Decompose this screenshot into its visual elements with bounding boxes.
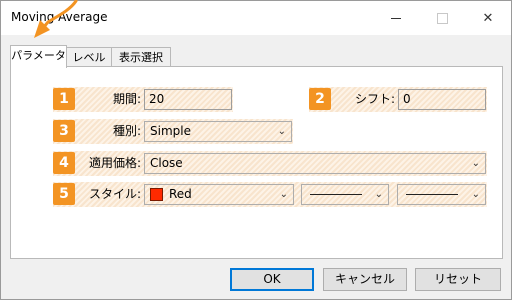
close-button[interactable]: ✕ bbox=[465, 1, 511, 35]
step-badge-3: 3 bbox=[53, 120, 75, 142]
style-label: スタイル: bbox=[88, 187, 141, 201]
tab-parameters[interactable]: パラメータ bbox=[10, 45, 67, 68]
minimize-button[interactable] bbox=[373, 1, 419, 35]
apply-price-select-value: Close bbox=[150, 156, 183, 170]
apply-price-label: 適用価格: bbox=[88, 156, 141, 170]
method-select-value: Simple bbox=[150, 124, 191, 138]
parameters-panel: 1 期間: 20 2 シフト: 0 3 種別: Simple ⌄ 4 適用価格:… bbox=[10, 66, 503, 259]
step-badge-4: 4 bbox=[53, 152, 75, 174]
chevron-down-icon: ⌄ bbox=[471, 189, 480, 200]
method-select[interactable]: Simple ⌄ bbox=[144, 121, 292, 142]
chevron-down-icon: ⌄ bbox=[279, 189, 288, 200]
annotation-arrow-icon bbox=[34, 0, 78, 38]
shift-label: シフト: bbox=[354, 92, 395, 106]
line-width-preview bbox=[406, 194, 458, 195]
line-width-select[interactable]: ⌄ bbox=[397, 184, 486, 205]
maximize-icon bbox=[436, 12, 448, 24]
shift-input[interactable]: 0 bbox=[398, 89, 486, 110]
method-label: 種別: bbox=[112, 124, 141, 138]
step-badge-5: 5 bbox=[53, 183, 75, 205]
step-badge-2: 2 bbox=[309, 88, 331, 110]
color-swatch bbox=[150, 188, 163, 201]
cancel-button[interactable]: キャンセル bbox=[323, 268, 407, 291]
ok-button[interactable]: OK bbox=[230, 268, 314, 291]
close-icon: ✕ bbox=[482, 10, 494, 26]
chevron-down-icon: ⌄ bbox=[277, 126, 286, 137]
period-input[interactable]: 20 bbox=[144, 89, 232, 110]
line-style-preview bbox=[310, 194, 362, 195]
color-select[interactable]: Red ⌄ bbox=[144, 184, 294, 205]
maximize-button[interactable] bbox=[419, 1, 465, 35]
tab-visibility[interactable]: 表示選択 bbox=[111, 47, 171, 67]
chevron-down-icon: ⌄ bbox=[374, 189, 383, 200]
line-style-select[interactable]: ⌄ bbox=[301, 184, 389, 205]
period-label: 期間: bbox=[112, 92, 141, 106]
color-select-value: Red bbox=[169, 187, 192, 201]
reset-button[interactable]: リセット bbox=[415, 268, 501, 291]
apply-price-select[interactable]: Close ⌄ bbox=[144, 153, 486, 174]
tab-levels[interactable]: レベル bbox=[66, 47, 112, 67]
step-badge-1: 1 bbox=[53, 88, 75, 110]
chevron-down-icon: ⌄ bbox=[471, 158, 480, 169]
minimize-icon bbox=[391, 17, 401, 19]
